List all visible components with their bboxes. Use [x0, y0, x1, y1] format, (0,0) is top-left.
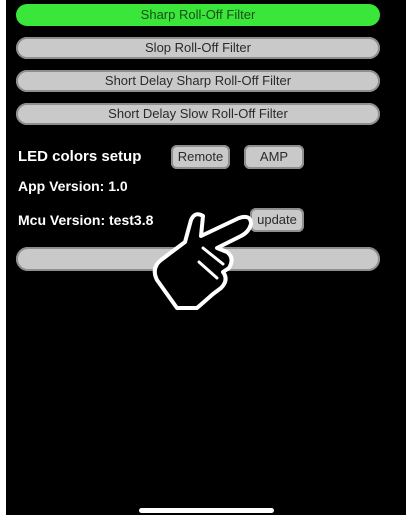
filter-short-delay-slow-button[interactable]: Short Delay Slow Roll-Off Filter [16, 103, 380, 125]
app-version-label: App Version: 1.0 [18, 178, 128, 194]
amp-button[interactable]: AMP [244, 145, 304, 169]
filter-sharp-roll-off-button[interactable]: Sharp Roll-Off Filter [16, 4, 380, 26]
update-button[interactable]: update [250, 208, 304, 232]
home-indicator[interactable] [139, 508, 274, 513]
remote-button[interactable]: Remote [171, 145, 230, 169]
pointing-hand-icon [152, 212, 253, 310]
led-colors-setup-label: LED colors setup [18, 148, 142, 165]
filter-slop-roll-off-button[interactable]: Slop Roll-Off Filter [16, 37, 380, 59]
filter-short-delay-sharp-button[interactable]: Short Delay Sharp Roll-Off Filter [16, 70, 380, 92]
mcu-version-label: Mcu Version: test3.8 [18, 212, 154, 228]
